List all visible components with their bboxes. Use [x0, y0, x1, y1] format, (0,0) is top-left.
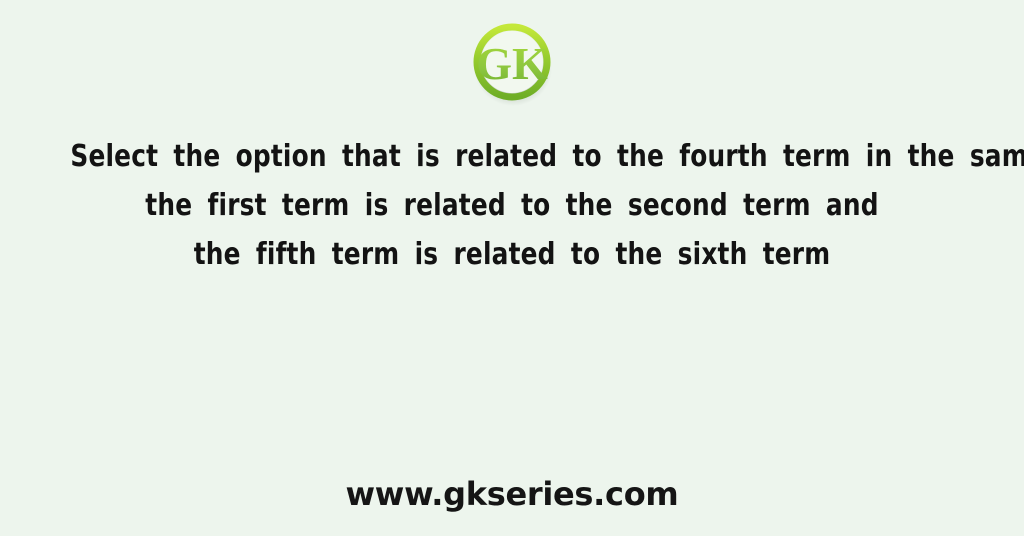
gk-logo-text: GK — [476, 38, 548, 89]
question-line-1: Select the option that is related to the… — [70, 139, 1024, 174]
question-card: GK Select the option that is related to … — [0, 0, 1024, 536]
footer: www.gkseries.com — [0, 475, 1024, 513]
question-text: Select the option that is related to the… — [70, 132, 1024, 279]
question-line-2: the first term is related to the second … — [145, 188, 879, 223]
gk-logo-icon: GK — [473, 23, 552, 106]
question-line-3: the fifth term is related to the sixth t… — [193, 237, 831, 272]
gk-logo: GK — [466, 16, 558, 108]
website-url: www.gkseries.com — [345, 475, 679, 513]
